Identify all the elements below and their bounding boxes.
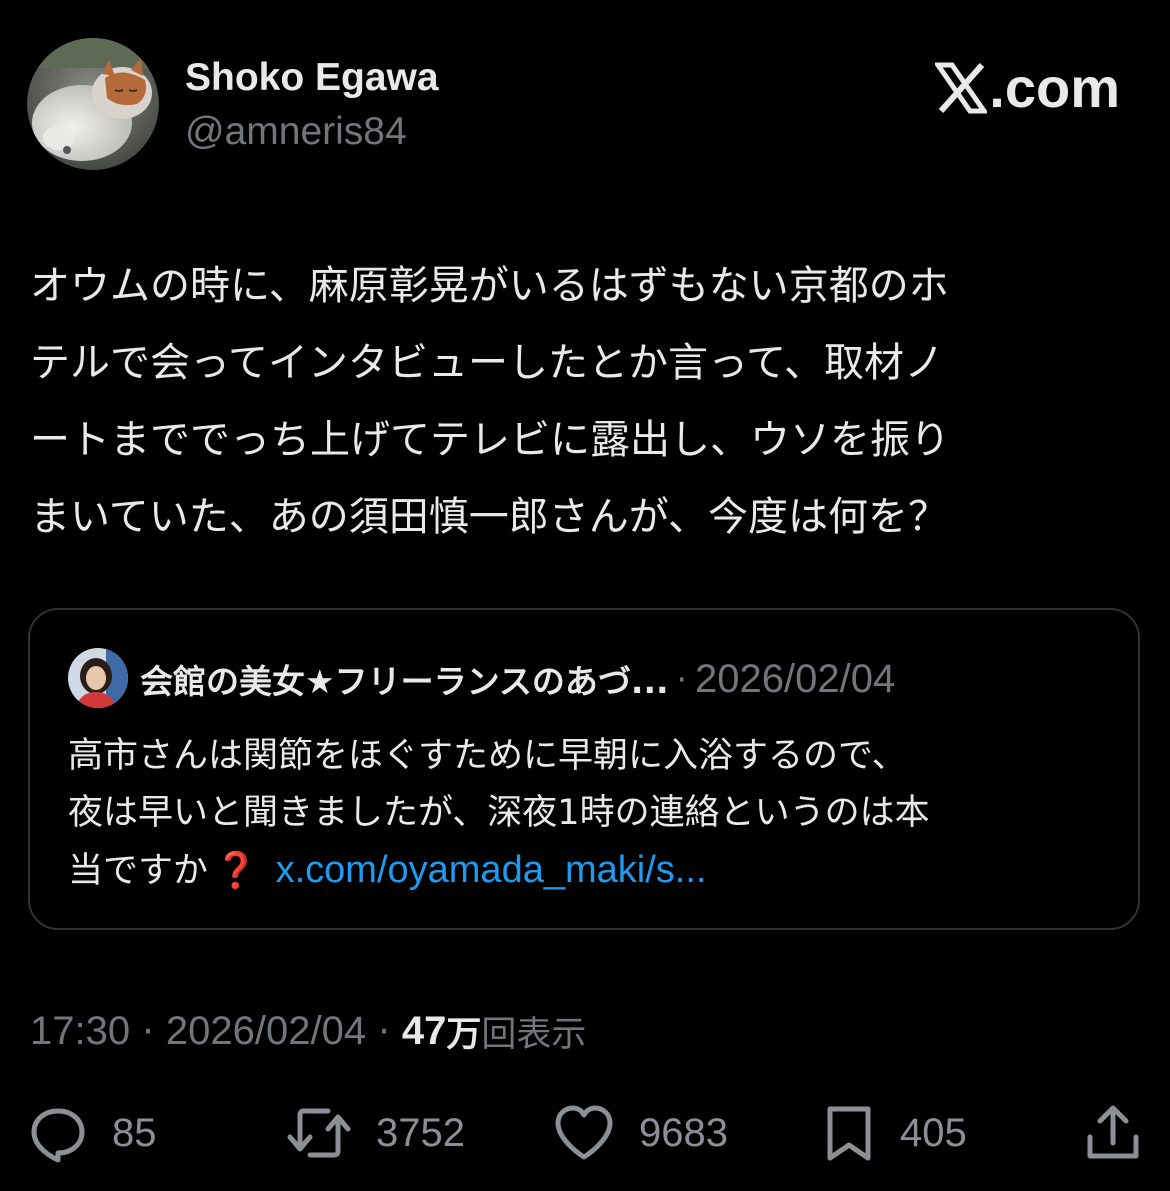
- tweet-text: オウムの時に、麻原彰晃がいるはずもない京都のホ テルで会ってインタビューしたとか…: [30, 248, 1140, 556]
- quoted-tweet-last-text: 当ですか: [68, 851, 209, 891]
- repost-count: 3752: [376, 1110, 465, 1155]
- reply-icon: [31, 1108, 85, 1163]
- like-button[interactable]: 9683: [553, 1100, 728, 1166]
- tweet-line: オウムの時に、麻原彰晃がいるはずもない京都のホ: [30, 263, 949, 309]
- quoted-tweet-line-last: 当ですか ❓ x.com/oyamada_maki/s...: [68, 842, 1128, 899]
- meta-separator: ·: [142, 1009, 154, 1053]
- reply-count: 85: [112, 1110, 157, 1155]
- share-button[interactable]: [1084, 1100, 1142, 1166]
- bookmark-button[interactable]: 405: [822, 1100, 967, 1166]
- like-count: 9683: [639, 1110, 728, 1155]
- tweet-line: テルで会ってインタビューしたとか言って、取材ノ: [30, 340, 944, 386]
- views-label: 回表示: [481, 1014, 587, 1055]
- share-icon: [1087, 1105, 1139, 1159]
- author-handle[interactable]: @amneris84: [185, 106, 407, 158]
- tweet-meta: 17:30 · 2026/02/04 · 47 万 回表示: [30, 1006, 586, 1056]
- author-avatar[interactable]: [27, 38, 159, 170]
- quoted-header-separator: ·: [676, 659, 688, 699]
- heart-icon: [555, 1105, 613, 1160]
- woman-avatar-image: [68, 648, 128, 708]
- brand-domain-text: .com: [989, 56, 1120, 119]
- quoted-author-name[interactable]: 会館の美女★フリーランスのあづ...: [140, 655, 669, 703]
- quoted-tweet-header: 会館の美女★フリーランスのあづ... · 2026/02/04: [140, 654, 895, 704]
- quoted-tweet-date[interactable]: 2026/02/04: [695, 657, 895, 702]
- tweet-line: ートまででっち上げてテレビに露出し、ウソを振り: [30, 417, 950, 463]
- bookmark-count: 405: [900, 1110, 967, 1155]
- quoted-tweet-line: 夜は早いと聞きましたが、深夜1時の連絡というのは本: [68, 793, 930, 833]
- quoted-author-avatar[interactable]: [68, 648, 128, 708]
- repost-icon: [287, 1108, 351, 1158]
- cat-avatar-image: [27, 38, 159, 170]
- tweet-date[interactable]: 2026/02/04: [166, 1009, 366, 1054]
- x-logo-icon: [935, 62, 988, 114]
- repost-button[interactable]: 3752: [286, 1100, 465, 1166]
- quoted-tweet-card[interactable]: 会館の美女★フリーランスのあづ... · 2026/02/04 高市さんは関節を…: [28, 608, 1140, 930]
- quoted-tweet-text: 高市さんは関節をほぐすために早朝に入浴するので、 夜は早いと聞きましたが、深夜1…: [68, 728, 1128, 899]
- tweet-time[interactable]: 17:30: [30, 1009, 130, 1054]
- bookmark-icon: [827, 1106, 871, 1161]
- question-mark-emoji: ❓: [214, 851, 258, 891]
- reply-button[interactable]: 85: [28, 1100, 157, 1166]
- views-count[interactable]: 47: [402, 1009, 447, 1054]
- quoted-tweet-line: 高市さんは関節をほぐすために早朝に入浴するので、: [68, 736, 907, 776]
- x-com-brand: .com: [935, 56, 1120, 120]
- quoted-tweet-link[interactable]: x.com/oyamada_maki/s...: [276, 849, 707, 891]
- views-unit: 万: [446, 1014, 482, 1055]
- action-bar: 85 3752 9683 405: [0, 1100, 1170, 1166]
- tweet-line: まいていた、あの須田慎一郎さんが、今度は何を？: [30, 494, 948, 540]
- author-display-name[interactable]: Shoko Egawa: [185, 52, 439, 104]
- meta-separator: ·: [378, 1009, 390, 1053]
